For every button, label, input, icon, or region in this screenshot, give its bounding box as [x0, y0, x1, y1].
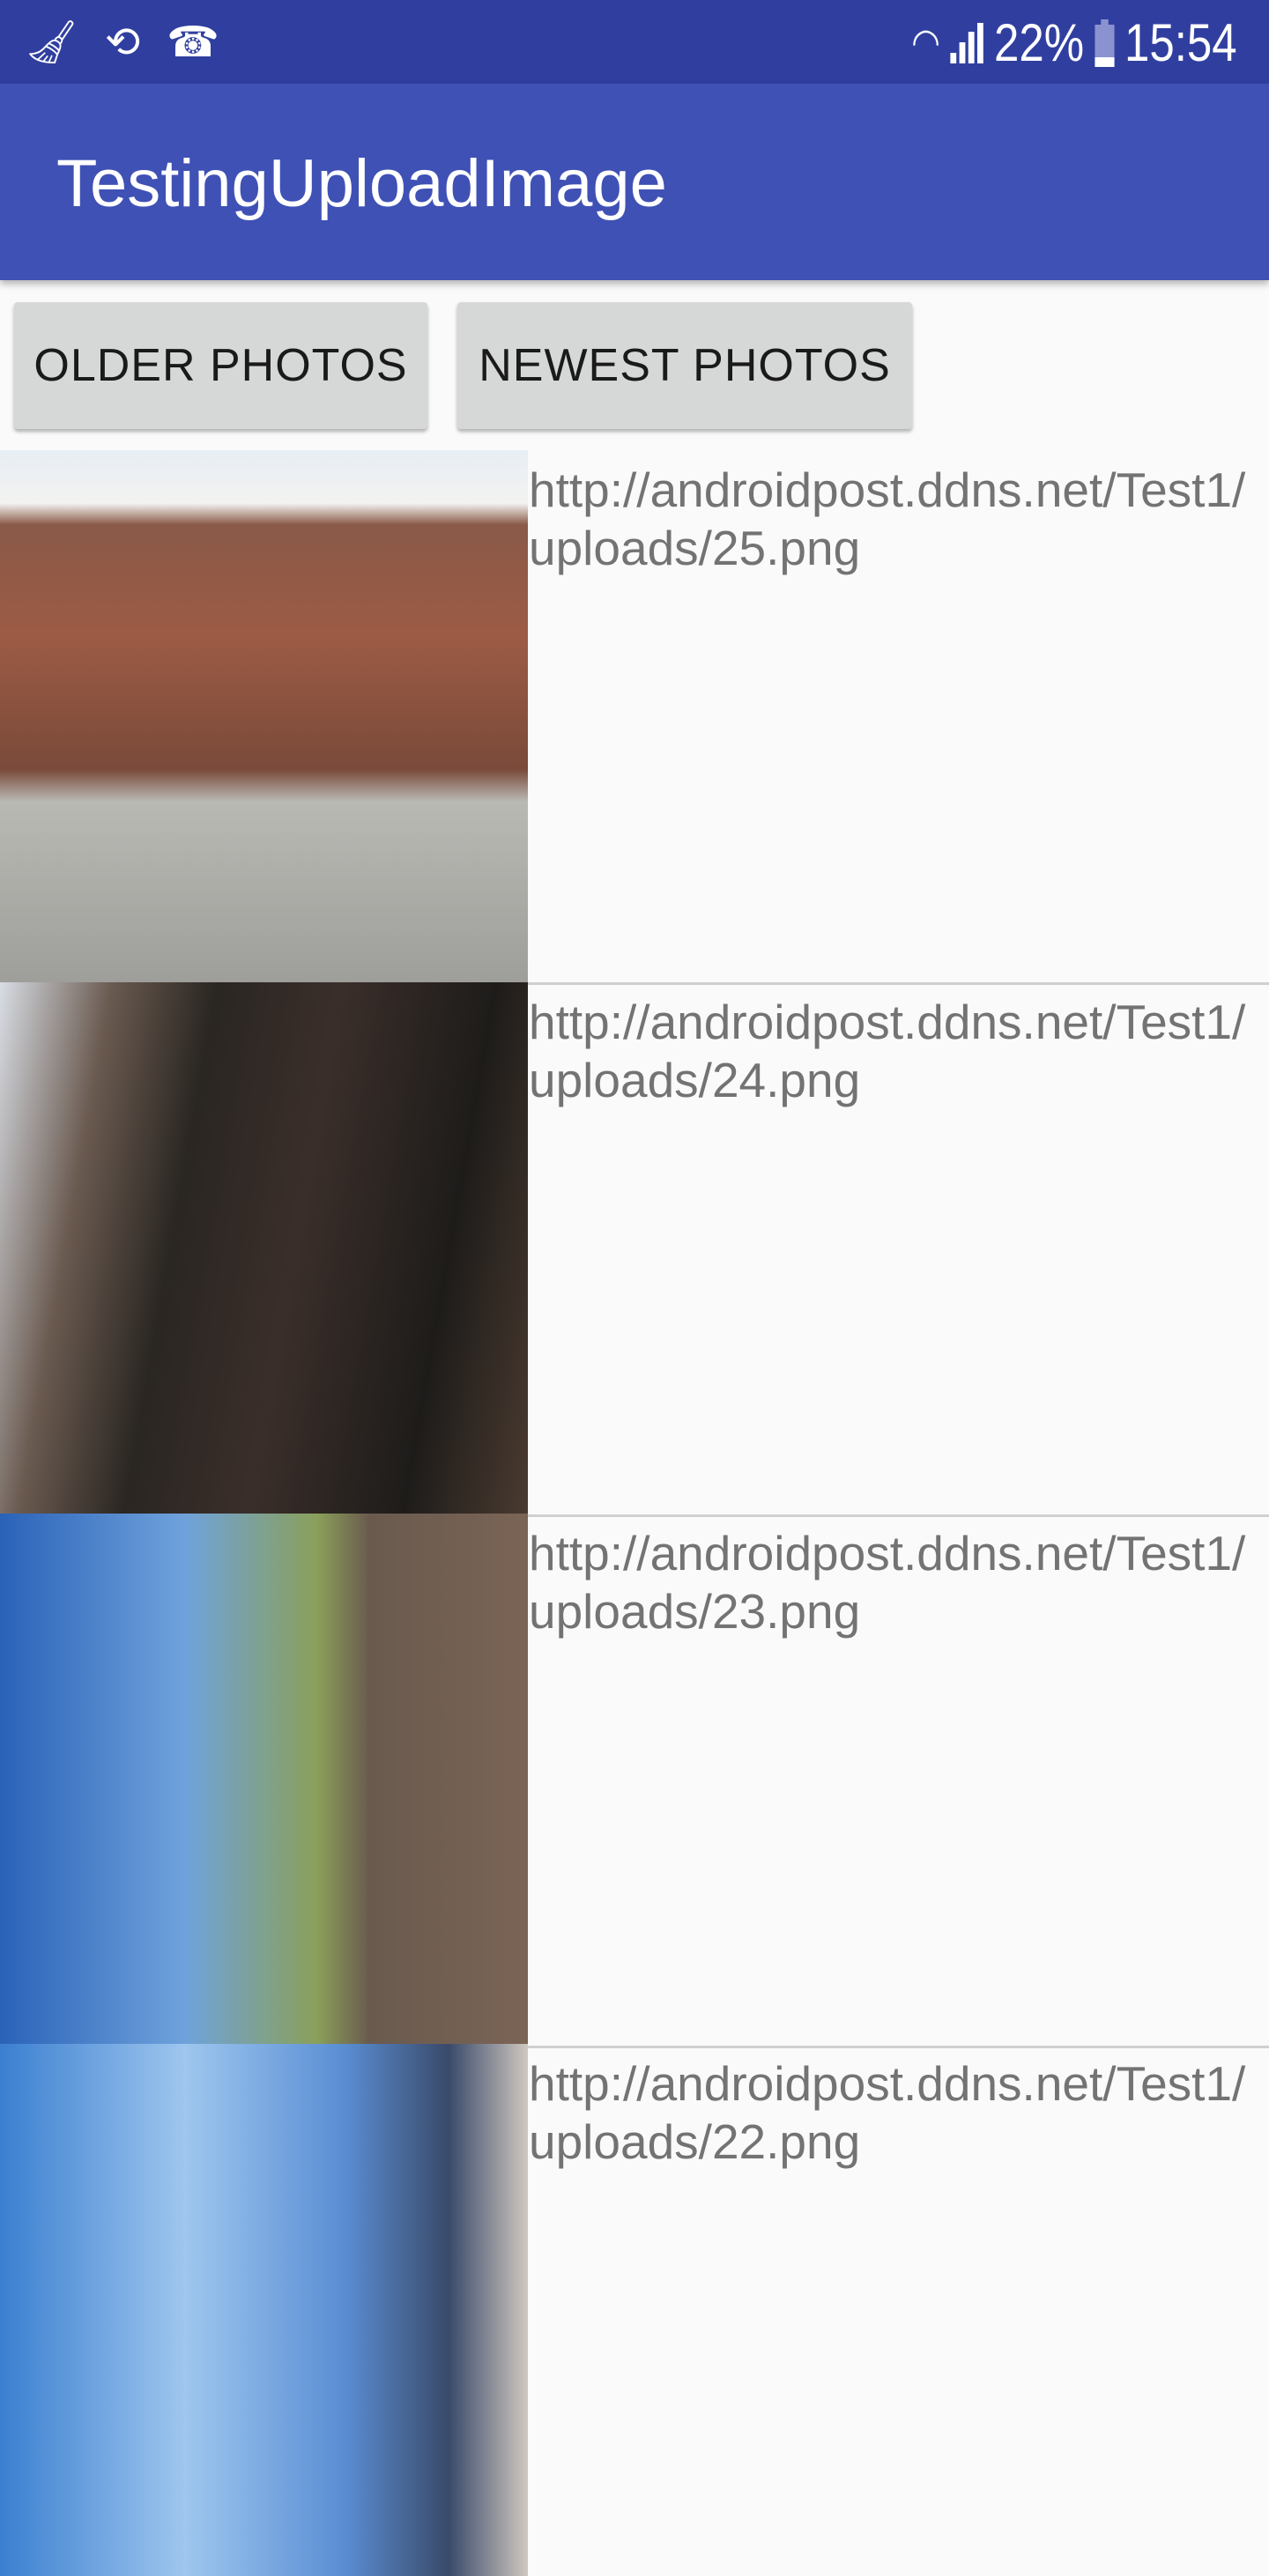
app-title: TestingUploadImage: [56, 146, 667, 221]
clock: 15:54: [1124, 13, 1237, 72]
photo-list-item[interactable]: http://androidpost.ddns.net/Test1/upload…: [0, 1514, 1269, 2048]
photo-url: http://androidpost.ddns.net/Test1/upload…: [529, 1526, 1246, 1639]
missed-call-icon: ☎︎: [167, 17, 219, 67]
photo-list-item[interactable]: http://androidpost.ddns.net/Test1/upload…: [0, 450, 1269, 985]
photo-url: http://androidpost.ddns.net/Test1/upload…: [529, 2056, 1246, 2169]
status-bar: 🧹︎ ⟲ ☎︎ ◠ 22% 15:54: [0, 0, 1269, 84]
photo-url: http://androidpost.ddns.net/Test1/upload…: [529, 995, 1246, 1107]
app-bar: TestingUploadImage: [0, 84, 1269, 280]
photo-url: http://androidpost.ddns.net/Test1/upload…: [529, 463, 1246, 575]
photo-list-item[interactable]: http://androidpost.ddns.net/Test1/upload…: [0, 982, 1269, 1517]
broom-icon: 🧹︎: [25, 17, 78, 67]
photo-thumbnail: [0, 982, 528, 1514]
photo-thumbnail: [0, 2044, 528, 2576]
older-photos-button[interactable]: OLDER PHOTOS: [14, 302, 427, 429]
wifi-icon: ◠: [911, 21, 941, 64]
signal-icon: [951, 23, 984, 63]
photo-list-item[interactable]: http://androidpost.ddns.net/Test1/upload…: [0, 2044, 1269, 2576]
sync-icon: ⟲: [104, 17, 141, 67]
battery-percent: 22%: [994, 13, 1085, 72]
newest-photos-button[interactable]: NEWEST PHOTOS: [457, 302, 912, 429]
photo-thumbnail: [0, 1514, 528, 2046]
photo-thumbnail: [0, 450, 528, 982]
battery-icon: [1095, 19, 1115, 67]
